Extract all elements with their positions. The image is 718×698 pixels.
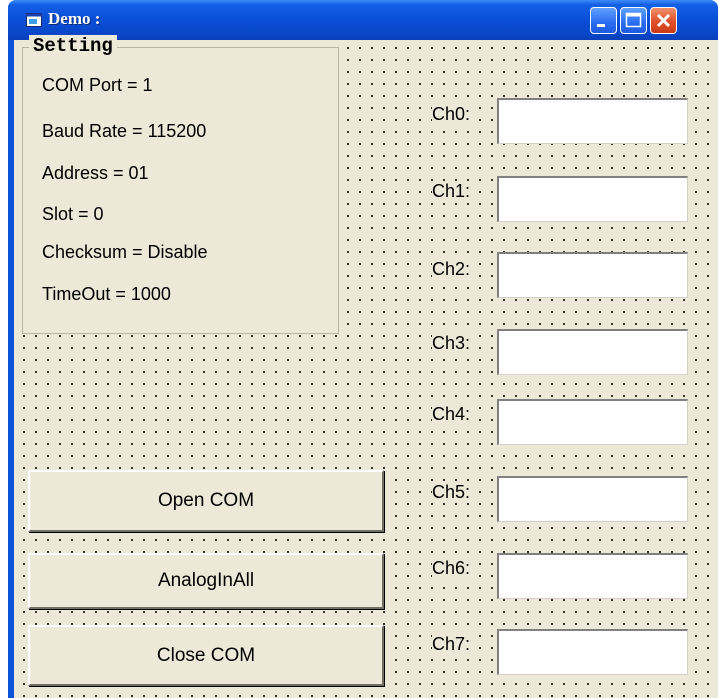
ch0-field[interactable] [497, 98, 688, 144]
close-icon [656, 13, 671, 28]
app-window: Demo : Setting COM Port = 1 Baud Rate = … [8, 0, 718, 698]
ch5-label: Ch5: [432, 482, 471, 503]
setting-groupbox: Setting COM Port = 1 Baud Rate = 115200 … [22, 35, 339, 334]
close-button[interactable] [650, 7, 677, 34]
checksum-label: Checksum = Disable [42, 242, 208, 263]
ch6-field[interactable] [497, 553, 688, 599]
setting-title: Setting [29, 35, 117, 57]
app-icon [26, 13, 42, 27]
ch4-label: Ch4: [432, 404, 471, 425]
maximize-button[interactable] [620, 7, 647, 34]
analog-in-all-button[interactable]: AnalogInAll [28, 553, 384, 609]
ch1-label: Ch1: [432, 181, 471, 202]
ch7-field[interactable] [497, 629, 688, 675]
ch1-field[interactable] [497, 176, 688, 222]
open-com-button[interactable]: Open COM [28, 470, 384, 532]
maximize-icon [625, 12, 642, 28]
baud-rate-label: Baud Rate = 115200 [42, 121, 207, 142]
close-com-button[interactable]: Close COM [28, 625, 384, 686]
ch7-label: Ch7: [432, 634, 471, 655]
ch3-field[interactable] [497, 329, 688, 375]
minimize-icon [597, 24, 605, 27]
timeout-label: TimeOut = 1000 [42, 284, 171, 305]
com-port-label: COM Port = 1 [42, 75, 153, 96]
ch2-field[interactable] [497, 252, 688, 298]
minimize-button[interactable] [590, 7, 617, 34]
slot-label: Slot = 0 [42, 204, 104, 225]
ch0-label: Ch0: [432, 104, 471, 125]
title-bar[interactable]: Demo : [8, 0, 718, 40]
ch5-field[interactable] [497, 476, 688, 522]
address-label: Address = 01 [42, 163, 149, 184]
ch6-label: Ch6: [432, 558, 471, 579]
window-title: Demo : [48, 9, 101, 28]
ch4-field[interactable] [497, 399, 688, 445]
ch3-label: Ch3: [432, 333, 471, 354]
ch2-label: Ch2: [432, 259, 471, 280]
